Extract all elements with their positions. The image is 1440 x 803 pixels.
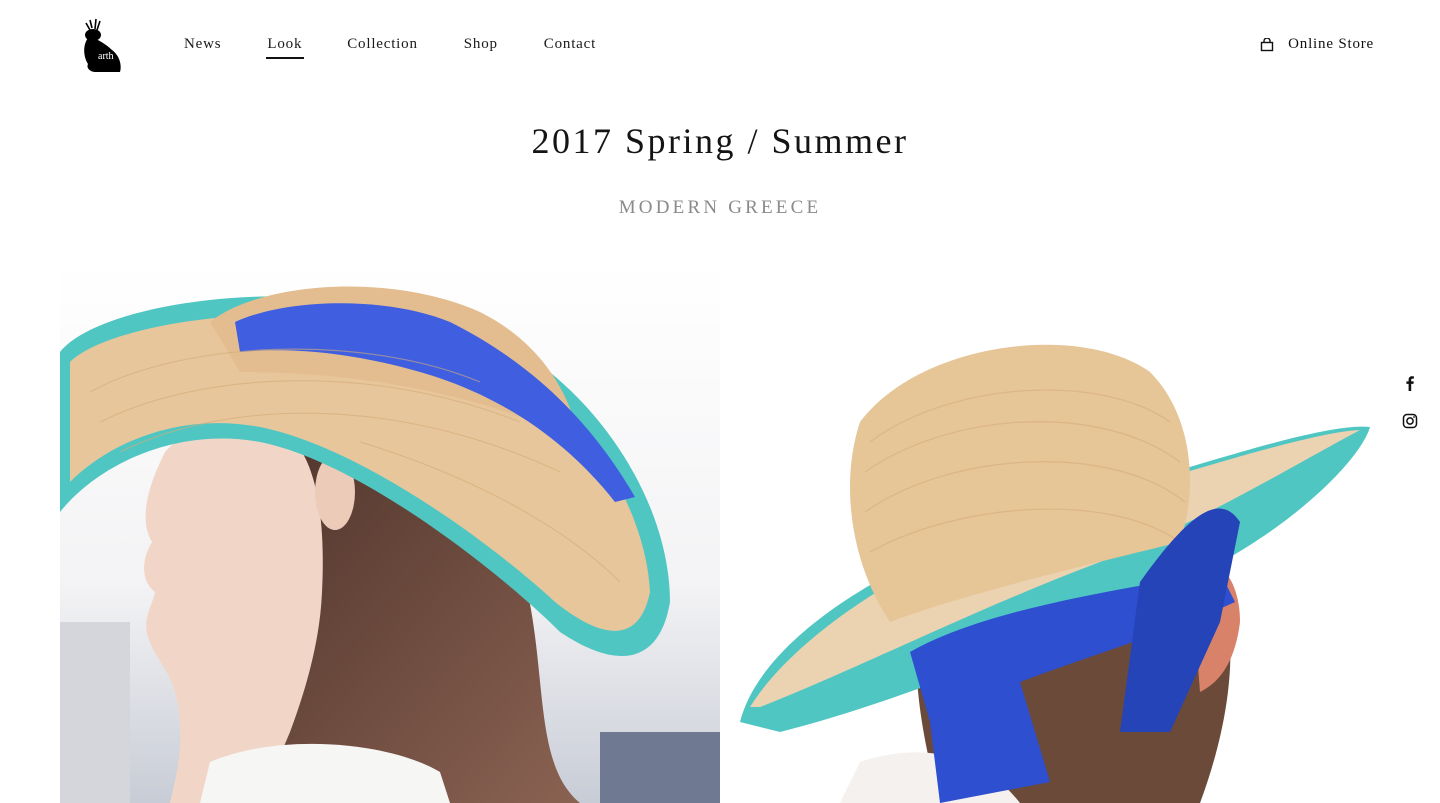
shopping-bag-icon	[1260, 37, 1274, 51]
social-links	[1401, 374, 1421, 450]
look-photo-1[interactable]	[60, 262, 720, 803]
jackalope-rabbit-icon: arth	[84, 18, 121, 72]
site-header: arth News Look Collection Shop Contact O…	[0, 0, 1440, 90]
nav-item-shop[interactable]: Shop	[464, 34, 498, 54]
nav-item-news[interactable]: News	[184, 34, 221, 54]
nav-item-look[interactable]: Look	[266, 34, 305, 59]
brand-logo[interactable]: arth	[76, 18, 124, 74]
look-photo-2[interactable]	[720, 262, 1380, 803]
online-store-label: Online Store	[1288, 36, 1374, 52]
instagram-icon[interactable]	[1401, 412, 1419, 430]
nav-item-contact[interactable]: Contact	[544, 34, 596, 54]
look-image-1	[60, 262, 720, 803]
main-nav: News Look Collection Shop Contact	[184, 34, 596, 59]
page-title: 2017 Spring / Summer	[531, 121, 909, 161]
facebook-icon[interactable]	[1401, 374, 1419, 392]
online-store-link[interactable]: Online Store	[1260, 36, 1374, 53]
nav-item-collection[interactable]: Collection	[347, 34, 418, 54]
look-image-2	[720, 262, 1380, 803]
logo-text: arth	[98, 51, 114, 62]
collection-subtitle: MODERN GREECE	[618, 197, 822, 218]
